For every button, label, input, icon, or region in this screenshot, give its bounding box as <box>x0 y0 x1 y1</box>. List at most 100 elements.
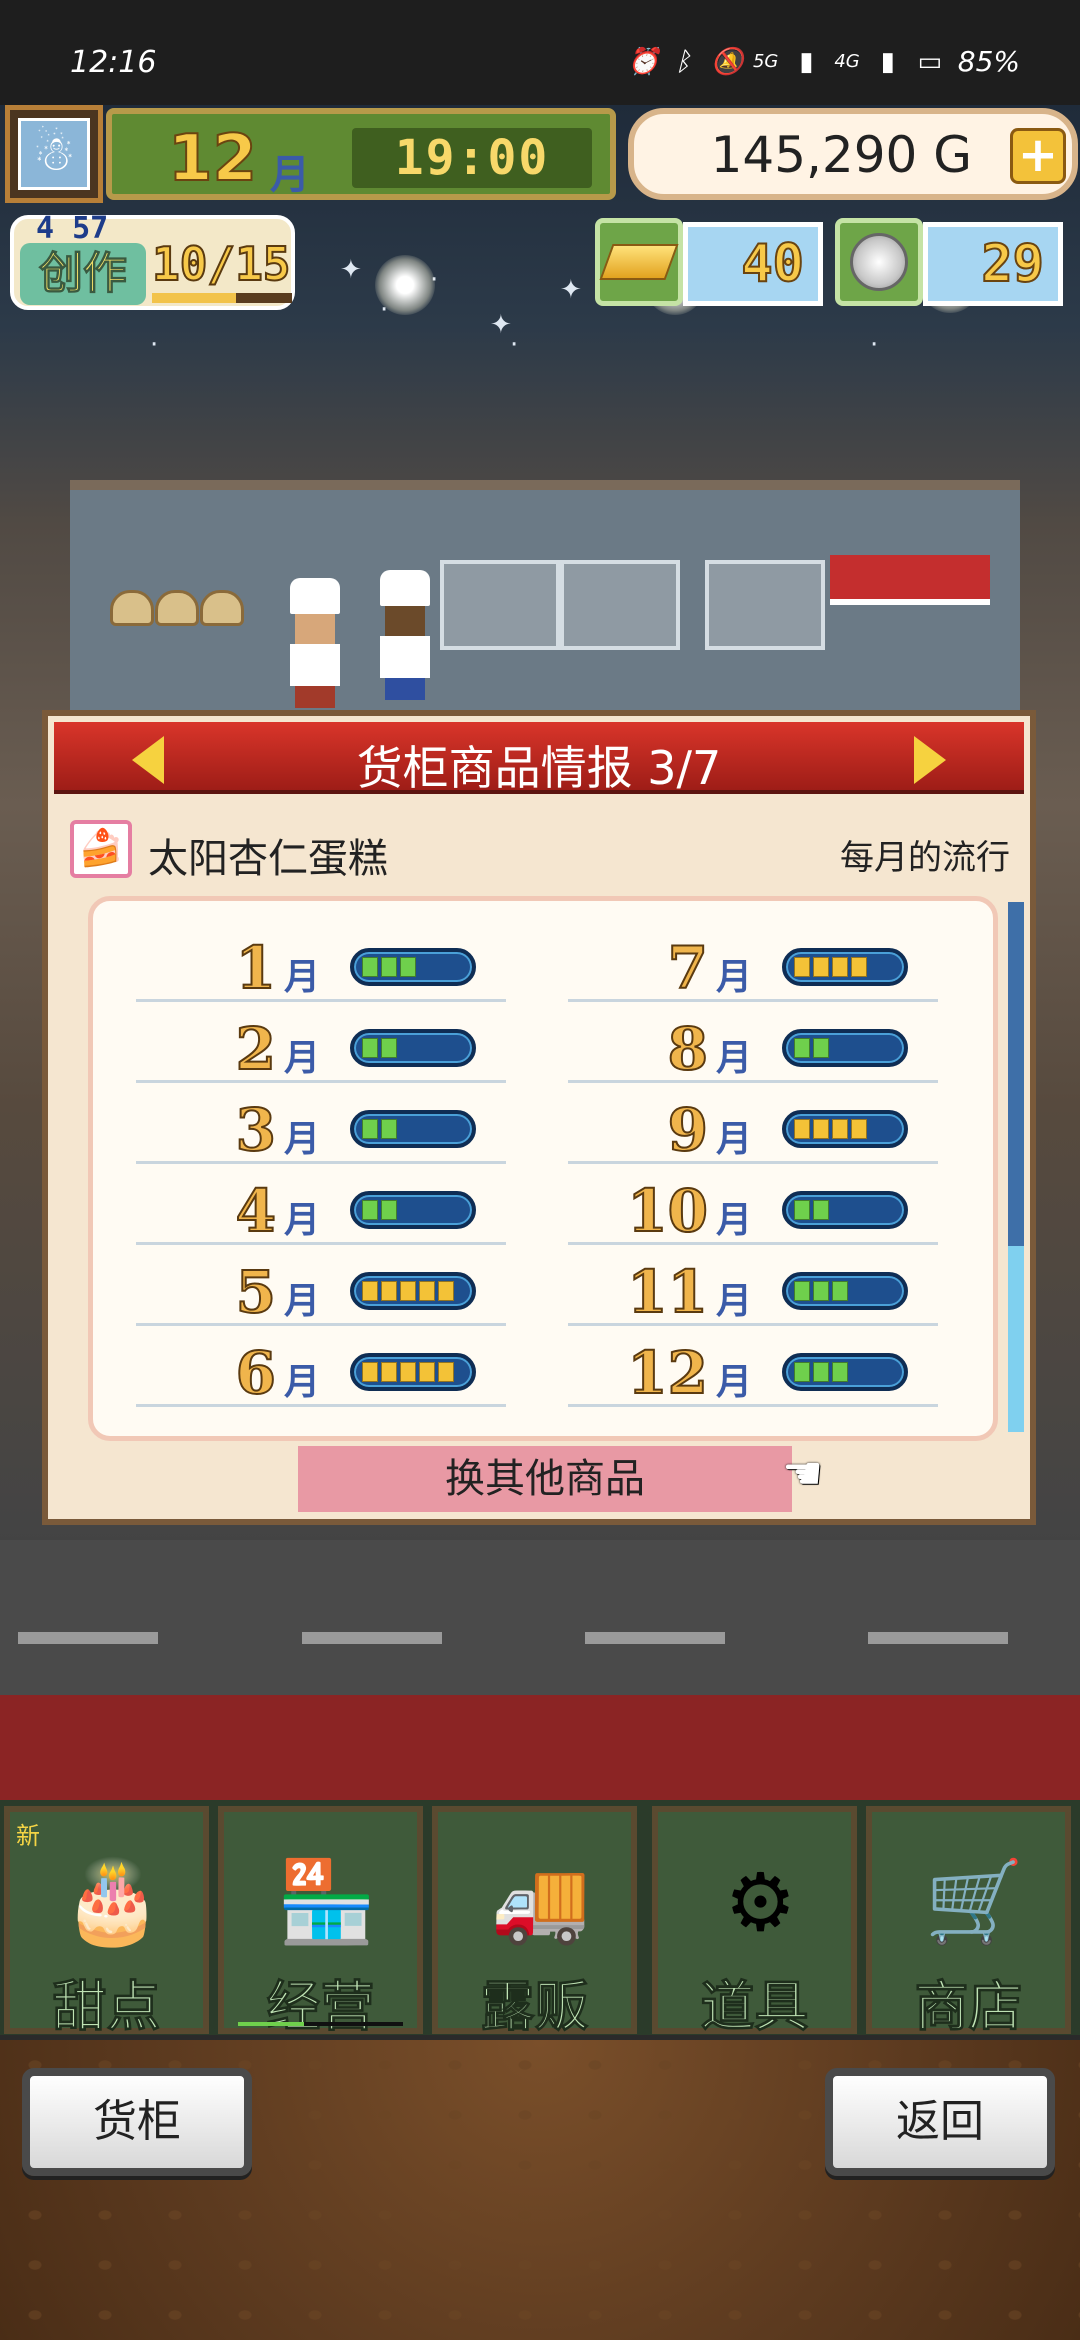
popularity-meter <box>782 1110 908 1148</box>
nav-items[interactable]: ⚙ 道具 <box>652 1806 857 2039</box>
month-unit: 月 <box>716 1038 753 1079</box>
popularity-meter <box>350 1029 476 1067</box>
switch-item-button[interactable]: 换其他商品 <box>298 1446 792 1512</box>
snow-particle: · <box>150 330 159 360</box>
month-number: 12 <box>626 1338 709 1408</box>
nav-store[interactable]: 🛒 商店 <box>866 1806 1071 2039</box>
snow-particle: · <box>510 330 519 360</box>
road-dash <box>585 1632 725 1644</box>
meter-segment <box>400 1362 416 1382</box>
meter-segment <box>813 1200 829 1220</box>
create-count: 10/15 <box>151 236 291 292</box>
progress-underline <box>238 2022 403 2026</box>
month-unit: 月 <box>716 1281 753 1322</box>
meter-segment <box>794 1281 810 1301</box>
pointing-hand-icon: ☚ <box>782 1446 824 1500</box>
month-unit: 月 <box>270 152 310 198</box>
nav-manage[interactable]: 🏪 经营 <box>218 1806 423 2039</box>
gold-bar-count: 40 <box>683 222 823 306</box>
month-number: 6 <box>235 1338 277 1408</box>
road-dash <box>18 1632 158 1644</box>
meter-segment <box>832 957 848 977</box>
meter-segment <box>381 1200 397 1220</box>
meter-segment <box>362 1362 378 1382</box>
shopping-cart-icon: 🛒 <box>924 1855 1025 1948</box>
month-number: 11 <box>626 1257 709 1327</box>
nav-street-stall[interactable]: 🚚 露贩 <box>432 1806 637 2039</box>
decorative-band <box>0 1695 1080 1805</box>
snowman-icon: ☃ <box>18 118 90 190</box>
chef-character[interactable] <box>290 578 340 708</box>
silver-coin-icon <box>835 218 923 306</box>
create-level: 4 <box>36 211 55 246</box>
month-number: 1 <box>235 933 277 1003</box>
meter-segment <box>400 957 416 977</box>
month-number: 2 <box>235 1014 277 1084</box>
popularity-meter <box>782 1353 908 1391</box>
month-number: 10 <box>626 1176 709 1246</box>
signal-icon-2: ▮ <box>880 46 895 77</box>
create-counter[interactable]: 4 57 创作 10/15 <box>10 211 295 310</box>
nav-label: 经营 <box>266 1975 375 2039</box>
scrollbar[interactable] <box>1008 902 1024 1432</box>
popularity-meter <box>350 1110 476 1148</box>
add-gold-button[interactable]: + <box>1010 128 1066 184</box>
month-row: 12 月 <box>568 1331 938 1408</box>
meter-segment <box>362 1038 378 1058</box>
current-month: 12 <box>167 121 258 197</box>
meter-segment <box>362 1200 378 1220</box>
meter-segment <box>362 1281 378 1301</box>
food-truck-icon: 🚚 <box>490 1855 591 1948</box>
shop-building-icon: 🏪 <box>276 1855 377 1948</box>
month-unit: 月 <box>284 1038 321 1079</box>
bluetooth-icon: ᛒ <box>675 46 691 77</box>
popularity-meter <box>782 1272 908 1310</box>
meter-segment <box>381 1281 397 1301</box>
item-name: 太阳杏仁蛋糕 <box>148 836 388 882</box>
month-number: 9 <box>667 1095 709 1165</box>
bread-item <box>155 590 199 626</box>
meter-segment <box>381 957 397 977</box>
next-arrow-icon[interactable] <box>914 736 946 784</box>
snow-particle: ✦ <box>490 310 512 340</box>
nav-dessert[interactable]: 新 🎂 甜点 <box>4 1806 209 2039</box>
awning <box>830 555 990 605</box>
meter-segment <box>362 1119 378 1139</box>
meter-segment <box>832 1119 848 1139</box>
mute-icon: 🔕 <box>710 46 744 77</box>
meter-segment <box>400 1281 416 1301</box>
month-row: 1月 <box>136 926 506 1003</box>
dialog-title: 货柜商品情报 3/7 <box>356 741 722 795</box>
month-number: 8 <box>667 1014 709 1084</box>
meter-segment <box>794 1362 810 1382</box>
meter-segment <box>794 1200 810 1220</box>
meter-segment <box>419 1362 435 1382</box>
alarm-icon: ⏰ <box>626 46 660 77</box>
gold-display: 145,290 G + <box>628 108 1078 200</box>
player-avatar[interactable]: ☃ <box>5 105 103 203</box>
month-row: 8月 <box>568 1007 938 1084</box>
cake-icon: 🍰 <box>70 820 132 878</box>
nav-label: 道具 <box>700 1975 809 2039</box>
scrollbar-thumb[interactable] <box>1008 902 1024 1246</box>
popularity-meter <box>350 1353 476 1391</box>
chef-character[interactable] <box>380 570 430 700</box>
meter-segment <box>794 1038 810 1058</box>
snow-particle: ✦ <box>340 255 362 285</box>
meter-segment <box>794 957 810 977</box>
meter-segment <box>438 1281 454 1301</box>
month-unit: 月 <box>284 1200 321 1241</box>
nav-label: 露贩 <box>480 1975 589 2039</box>
back-button[interactable]: 返回 <box>825 2068 1055 2176</box>
month-row: 5月 <box>136 1250 506 1327</box>
counter-button[interactable]: 货柜 <box>22 2068 252 2176</box>
create-progress-bar <box>152 293 292 303</box>
nav-label: 甜点 <box>52 1975 161 2039</box>
snow-particle: ✦ <box>560 275 582 305</box>
month-row: 10 月 <box>568 1169 938 1246</box>
meter-segment <box>381 1362 397 1382</box>
meter-segment <box>813 1281 829 1301</box>
cake-icon: 🎂 <box>62 1855 163 1948</box>
status-time: 12:16 <box>70 45 157 80</box>
month-number: 7 <box>667 933 709 1003</box>
